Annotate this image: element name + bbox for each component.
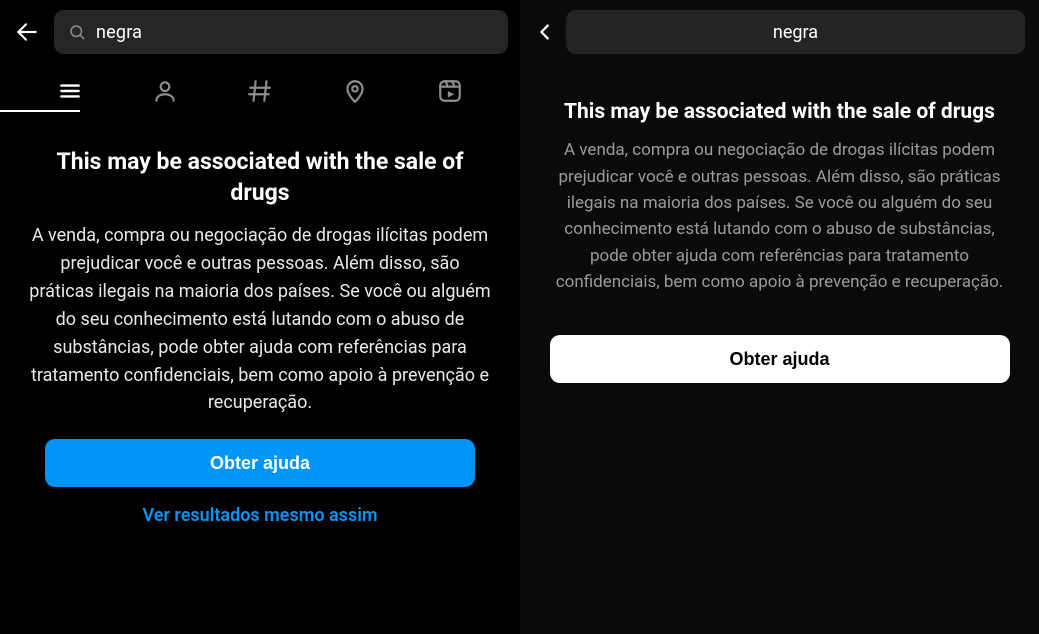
- chevron-left-icon[interactable]: [534, 21, 556, 43]
- tab-tags[interactable]: [212, 70, 307, 112]
- get-help-button[interactable]: Obter ajuda: [45, 439, 475, 487]
- warning-body: A venda, compra ou negociação de drogas …: [28, 222, 492, 417]
- active-tab-underline: [0, 110, 80, 112]
- tab-places[interactable]: [308, 70, 403, 112]
- search-input[interactable]: negra: [54, 10, 508, 54]
- warning-title: This may be associated with the sale of …: [28, 146, 492, 208]
- warning-body: A venda, compra ou negociação de drogas …: [548, 137, 1011, 295]
- show-results-link[interactable]: Ver resultados mesmo assim: [142, 505, 377, 526]
- tab-accounts[interactable]: [117, 70, 212, 112]
- warning-panel: This may be associated with the sale of …: [0, 112, 520, 634]
- search-query-text: negra: [773, 22, 818, 43]
- search-query-text: negra: [96, 22, 142, 43]
- right-header: negra: [520, 0, 1039, 64]
- left-header: negra: [0, 0, 520, 64]
- left-screenshot: negra: [0, 0, 520, 634]
- search-icon: [68, 23, 86, 41]
- search-input[interactable]: negra: [566, 10, 1025, 54]
- warning-panel: This may be associated with the sale of …: [520, 64, 1039, 634]
- search-tabs: [0, 64, 520, 112]
- tab-reels[interactable]: [403, 70, 498, 112]
- tab-all[interactable]: [22, 70, 117, 112]
- warning-title: This may be associated with the sale of …: [564, 98, 995, 127]
- right-screenshot: negra This may be associated with the sa…: [520, 0, 1039, 634]
- get-help-button[interactable]: Obter ajuda: [550, 335, 1010, 383]
- back-arrow-icon[interactable]: [14, 19, 40, 45]
